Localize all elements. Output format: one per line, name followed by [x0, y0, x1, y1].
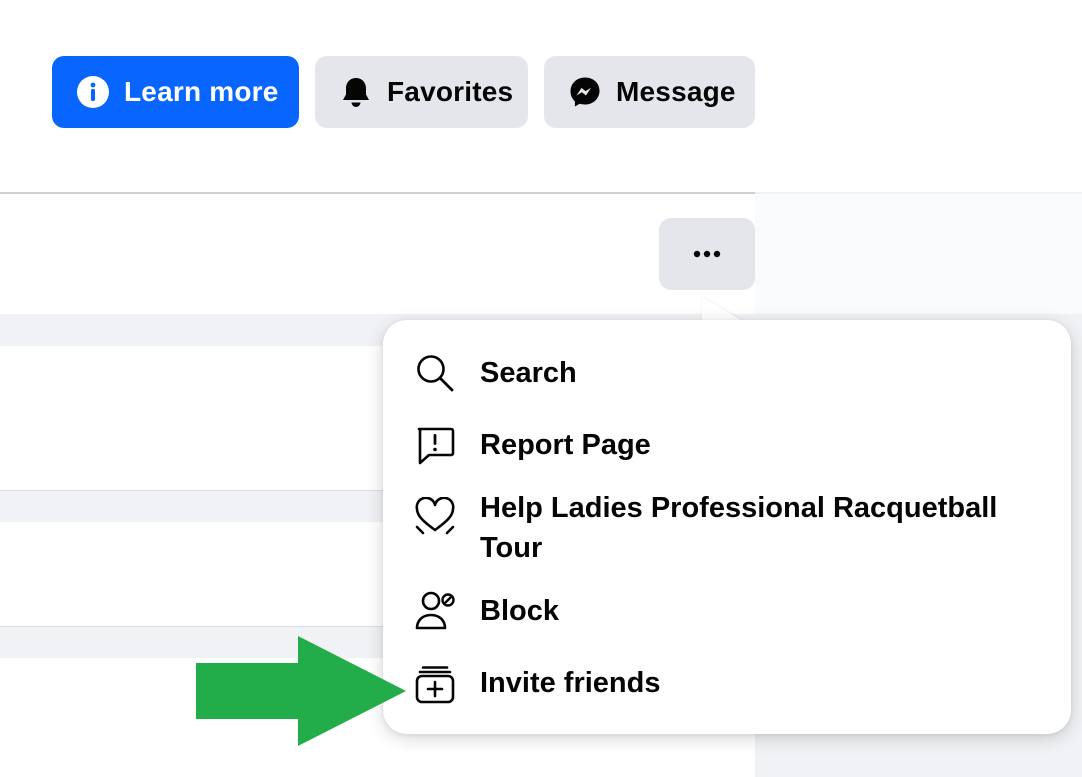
heart-icon: [413, 496, 457, 540]
report-icon: [413, 423, 457, 467]
more-options-button[interactable]: [659, 218, 755, 290]
menu-item-label: Search: [480, 357, 577, 389]
favorites-label: Favorites: [387, 76, 514, 107]
annotation-arrow-icon: [196, 636, 410, 751]
more-horizontal-icon: [693, 245, 721, 263]
menu-item-label: Help Ladies Professional Racquetball Tou…: [480, 492, 998, 564]
menu-item-invite-friends[interactable]: Invite friends: [383, 652, 1071, 714]
menu-item-help-tour[interactable]: Help Ladies Professional Racquetball Tou…: [383, 486, 1071, 570]
favorites-button[interactable]: Favorites: [315, 56, 528, 128]
invite-icon: [413, 661, 457, 705]
message-label: Message: [616, 76, 736, 107]
toolbar-strip-right: [755, 194, 1082, 314]
message-button[interactable]: Message: [544, 56, 755, 128]
block-user-icon: [413, 589, 457, 633]
search-icon: [413, 351, 457, 395]
learn-more-button[interactable]: Learn more: [52, 56, 299, 128]
menu-item-label: Invite friends: [480, 667, 661, 699]
menu-item-block[interactable]: Block: [383, 580, 1071, 642]
more-options-menu: Search Report Page Help Ladies Professio…: [383, 320, 1071, 734]
profile-toolbar-strip: [0, 194, 755, 314]
menu-item-label: Report Page: [480, 429, 651, 461]
menu-item-label: Block: [480, 595, 559, 627]
menu-item-search[interactable]: Search: [383, 342, 1071, 404]
learn-more-label: Learn more: [124, 76, 279, 107]
bell-icon: [339, 75, 373, 109]
info-icon: [76, 75, 110, 109]
menu-item-report-page[interactable]: Report Page: [383, 414, 1071, 476]
messenger-icon: [568, 75, 602, 109]
